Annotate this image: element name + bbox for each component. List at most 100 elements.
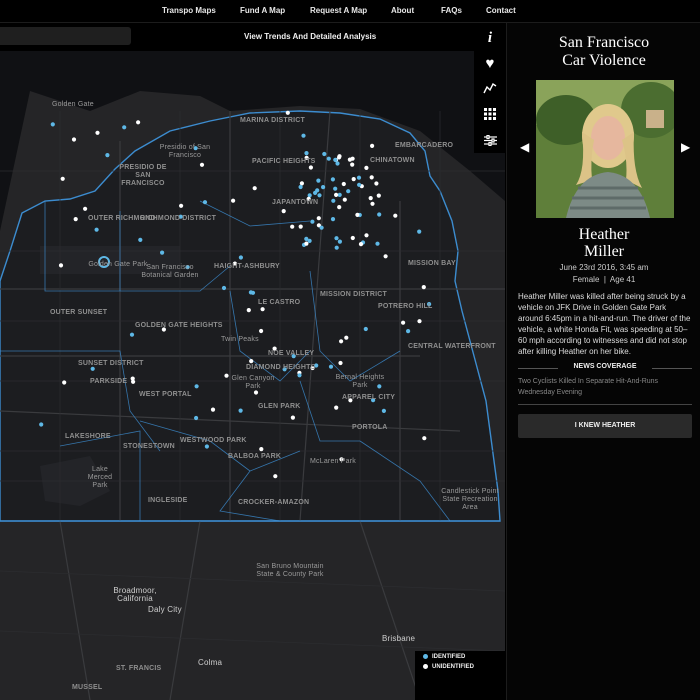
incident-dot[interactable]	[259, 447, 264, 452]
incident-dot[interactable]	[250, 290, 256, 295]
incident-dot[interactable]	[364, 165, 369, 170]
incident-dot[interactable]	[370, 201, 375, 206]
incident-dot[interactable]	[417, 229, 422, 234]
incident-dot[interactable]	[319, 225, 324, 230]
incident-dot[interactable]	[393, 213, 398, 218]
incident-dot[interactable]	[334, 192, 339, 197]
incident-dot[interactable]	[204, 444, 209, 449]
incident-dot[interactable]	[337, 205, 342, 210]
incident-dot[interactable]	[355, 212, 360, 217]
incident-dot[interactable]	[308, 165, 313, 170]
incident-dot[interactable]	[316, 178, 321, 183]
incident-dot[interactable]	[377, 212, 382, 217]
incident-dot[interactable]	[376, 193, 381, 198]
incident-dot[interactable]	[401, 320, 406, 325]
search-input[interactable]	[0, 27, 131, 45]
incident-dot[interactable]	[326, 156, 331, 161]
incident-dot[interactable]	[356, 175, 362, 180]
incident-dot[interactable]	[231, 198, 236, 203]
incident-dot[interactable]	[421, 285, 426, 290]
incident-dot[interactable]	[344, 335, 349, 340]
incident-dot[interactable]	[342, 197, 347, 202]
incident-dot[interactable]	[333, 186, 338, 191]
incident-dot[interactable]	[194, 415, 199, 421]
map-view[interactable]: MARINA DISTRICT EMBARCADERO PACIFIC HEIG…	[0, 51, 505, 700]
incident-dot[interactable]	[321, 185, 326, 190]
incident-dot[interactable]	[94, 227, 99, 232]
incident-dot[interactable]	[260, 307, 265, 312]
incident-dot[interactable]	[417, 319, 422, 324]
incident-dot[interactable]	[422, 436, 427, 441]
incident-dot[interactable]	[337, 239, 342, 244]
incident-dot[interactable]	[136, 120, 141, 125]
incident-dot[interactable]	[71, 137, 77, 142]
nav-fund-a-map[interactable]: Fund A Map	[240, 6, 285, 15]
incident-dot[interactable]	[281, 209, 286, 214]
incident-dot[interactable]	[351, 177, 356, 182]
incident-dot[interactable]	[317, 193, 322, 198]
incident-dot[interactable]	[83, 206, 88, 211]
incident-dot[interactable]	[334, 236, 339, 241]
incident-dot[interactable]	[374, 181, 379, 186]
incident-dot[interactable]	[252, 186, 257, 191]
incident-dot[interactable]	[130, 376, 135, 381]
incident-dot[interactable]	[357, 182, 362, 187]
incident-dot[interactable]	[381, 408, 386, 413]
incident-dot[interactable]	[364, 233, 369, 238]
incident-dot[interactable]	[273, 474, 278, 479]
incident-dot[interactable]	[297, 373, 302, 378]
incident-dot[interactable]	[337, 192, 342, 197]
incident-dot[interactable]	[199, 162, 205, 167]
grid-icon[interactable]	[480, 104, 500, 124]
incident-dot[interactable]	[246, 308, 251, 313]
incident-dot[interactable]	[331, 198, 336, 203]
incident-dot[interactable]	[138, 237, 143, 242]
incident-dot[interactable]	[347, 157, 352, 162]
incident-dot[interactable]	[358, 242, 364, 247]
nav-request-a-map[interactable]: Request A Map	[310, 6, 367, 15]
incident-dot[interactable]	[375, 241, 380, 246]
incident-dot[interactable]	[330, 217, 336, 222]
incident-dot[interactable]	[299, 181, 304, 186]
incident-dot[interactable]	[58, 263, 64, 268]
incident-dot[interactable]	[39, 422, 44, 427]
incident-dot[interactable]	[50, 122, 55, 127]
incident-dot[interactable]	[238, 255, 243, 260]
incident-dot[interactable]	[221, 285, 227, 291]
incident-dot[interactable]	[341, 181, 346, 187]
incident-dot[interactable]	[259, 328, 264, 334]
news-article-link[interactable]: Two Cyclists Killed In Separate Hit-And-…	[518, 376, 692, 398]
incident-dot[interactable]	[338, 360, 343, 366]
incident-dot[interactable]	[350, 235, 355, 241]
incident-dot[interactable]	[95, 130, 100, 135]
incident-dot[interactable]	[333, 157, 338, 162]
incident-dot[interactable]	[202, 200, 208, 205]
incident-dot[interactable]	[304, 151, 309, 156]
incident-dot[interactable]	[210, 407, 216, 412]
next-arrow-icon[interactable]: ▶	[681, 140, 690, 154]
incident-dot[interactable]	[290, 224, 295, 229]
incident-dot[interactable]	[310, 219, 315, 224]
incident-dot[interactable]	[160, 250, 165, 255]
incident-dot[interactable]	[253, 390, 259, 395]
incident-dot[interactable]	[350, 162, 355, 167]
incident-dot[interactable]	[301, 133, 306, 138]
incident-dot[interactable]	[316, 216, 321, 221]
prev-arrow-icon[interactable]: ◀	[520, 140, 529, 154]
incident-dot[interactable]	[328, 364, 334, 369]
incident-dot[interactable]	[330, 177, 335, 182]
incident-dot[interactable]	[335, 161, 340, 166]
incident-dot[interactable]	[337, 155, 342, 160]
incident-dot[interactable]	[62, 380, 67, 385]
trend-line-icon[interactable]	[480, 78, 500, 98]
incident-dot[interactable]	[298, 184, 303, 190]
incident-dot[interactable]	[290, 415, 295, 420]
incident-dot[interactable]	[307, 238, 312, 243]
nav-transpo-maps[interactable]: Transpo Maps	[162, 6, 216, 15]
incident-dot[interactable]	[322, 151, 327, 157]
incident-dot[interactable]	[339, 339, 344, 344]
incident-dot[interactable]	[363, 326, 368, 332]
incident-dot[interactable]	[105, 153, 110, 158]
incident-dot[interactable]	[60, 176, 65, 181]
incident-dot[interactable]	[129, 332, 135, 337]
